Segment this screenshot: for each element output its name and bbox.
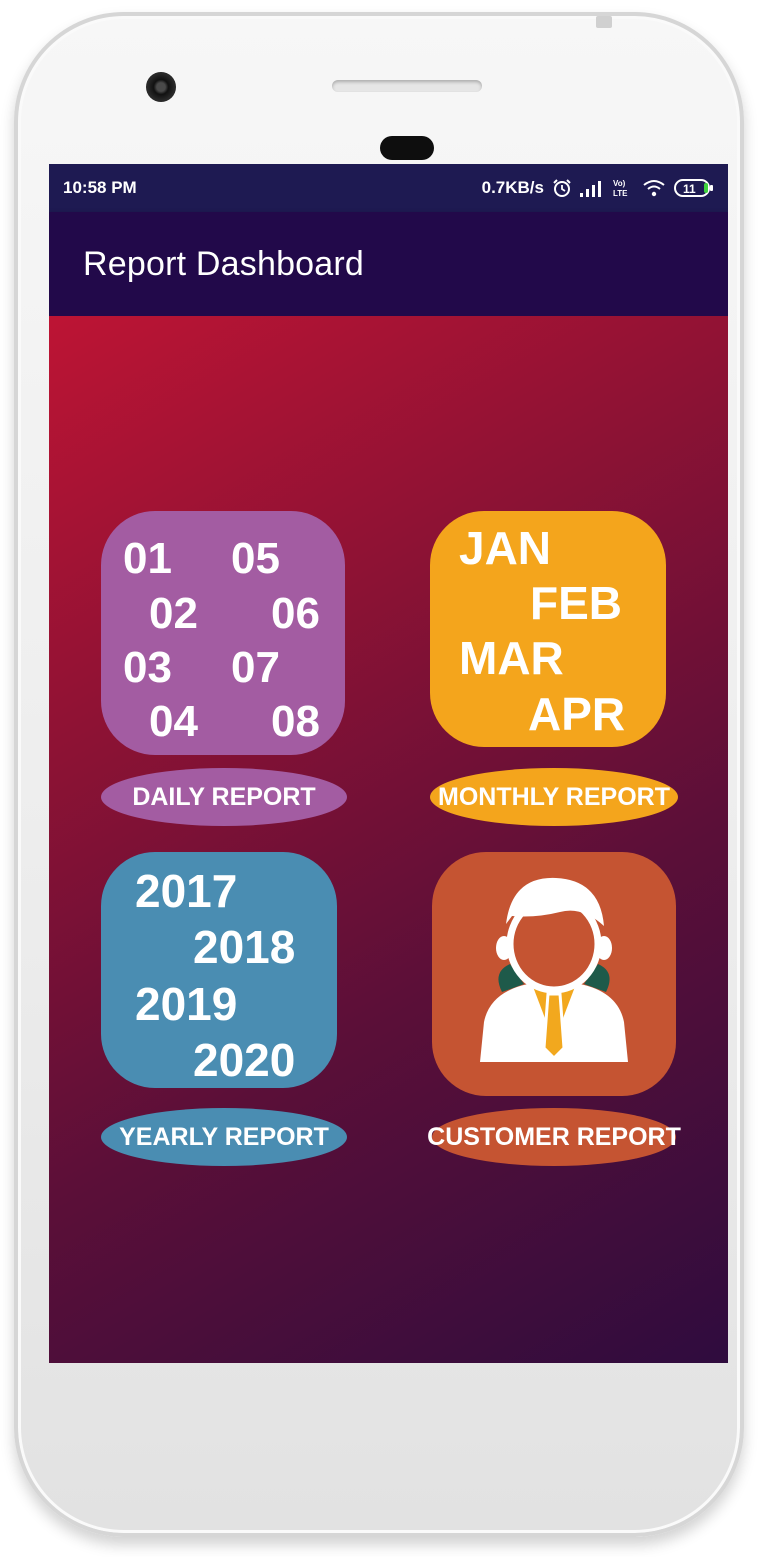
monthly-report-button[interactable]: MONTHLY REPORT <box>430 768 678 826</box>
app-bar: Report Dashboard <box>49 212 728 316</box>
yearly-value: 2020 <box>193 1034 296 1086</box>
daily-value: 04 <box>149 697 198 746</box>
monthly-value: JAN <box>459 522 552 574</box>
status-icons: 0.7KB/s Vo) LTE 11 <box>482 178 714 198</box>
monthly-report-tile[interactable]: JAN FEB MAR APR <box>430 511 666 747</box>
phone-side-button <box>596 16 612 28</box>
front-camera-icon <box>146 72 176 102</box>
yearly-value: 2018 <box>193 921 296 973</box>
daily-value: 07 <box>231 643 280 692</box>
daily-value: 05 <box>231 534 280 583</box>
wifi-icon <box>643 180 665 197</box>
battery-level: 11 <box>683 182 696 196</box>
daily-report-tile[interactable]: 01 05 02 06 03 07 04 08 <box>101 511 345 755</box>
earpiece-speaker <box>332 80 482 92</box>
yearly-report-tile[interactable]: 2017 2018 2019 2020 <box>101 852 337 1088</box>
page-title: Report Dashboard <box>83 244 365 283</box>
daily-report-button[interactable]: DAILY REPORT <box>101 768 347 826</box>
dashboard-content: 01 05 02 06 03 07 04 08 DAILY REPORT JAN… <box>49 316 728 1363</box>
network-speed: 0.7KB/s <box>481 178 544 197</box>
yearly-value: 2017 <box>135 865 238 917</box>
daily-report-label: DAILY REPORT <box>132 782 316 811</box>
status-time: 10:58 PM <box>63 178 137 197</box>
battery-icon: 11 <box>674 179 713 197</box>
daily-value: 06 <box>271 589 320 638</box>
monthly-report-label: MONTHLY REPORT <box>438 782 670 811</box>
monthly-value: APR <box>528 688 626 740</box>
volte-icon: Vo) LTE <box>613 179 628 198</box>
alarm-icon <box>553 179 571 197</box>
monthly-value: MAR <box>459 632 564 684</box>
daily-value: 03 <box>123 643 172 692</box>
yearly-report-button[interactable]: YEARLY REPORT <box>101 1108 347 1166</box>
customer-person-icon <box>480 877 628 1062</box>
signal-icon <box>580 181 601 197</box>
daily-value: 08 <box>271 697 320 746</box>
monthly-value: FEB <box>530 577 622 629</box>
phone-screen: 10:58 PM 0.7KB/s Vo) LTE 11 Report Dashb… <box>49 164 728 1363</box>
yearly-report-label: YEARLY REPORT <box>119 1122 329 1151</box>
daily-value: 01 <box>123 534 172 583</box>
daily-value: 02 <box>149 589 198 638</box>
customer-report-label: CUSTOMER REPORT <box>427 1122 681 1151</box>
status-bar: 10:58 PM 0.7KB/s Vo) LTE 11 <box>49 164 728 212</box>
yearly-value: 2019 <box>135 978 238 1030</box>
proximity-sensor <box>380 136 434 160</box>
customer-report-tile[interactable] <box>432 852 676 1096</box>
svg-text:Vo): Vo) <box>613 179 626 188</box>
customer-report-button[interactable]: CUSTOMER REPORT <box>427 1108 681 1166</box>
svg-text:LTE: LTE <box>613 189 628 198</box>
